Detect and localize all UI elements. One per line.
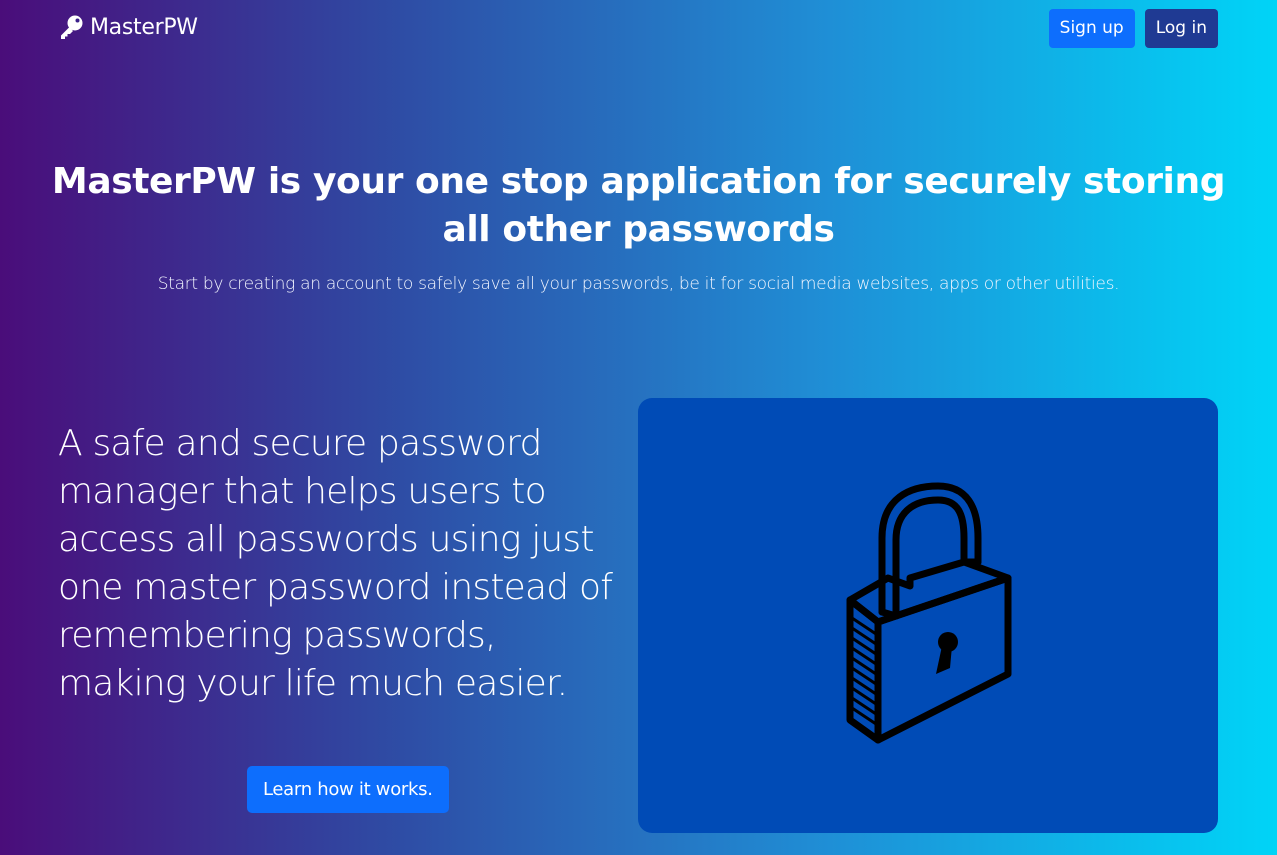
- feature-description: A safe and secure password manager that …: [58, 423, 613, 704]
- auth-buttons: Sign up Log in: [1048, 9, 1218, 48]
- padlock-icon: [846, 482, 1012, 744]
- hero-title: MasterPW is your one stop application fo…: [51, 161, 1226, 250]
- navbar: MasterPW Sign up Log in: [0, 0, 1277, 58]
- key-icon: [61, 15, 83, 39]
- lock-image-panel: [638, 398, 1218, 833]
- learn-how-button[interactable]: Learn how it works.: [247, 766, 449, 813]
- brand-link[interactable]: MasterPW: [58, 14, 198, 40]
- hero-subtitle: Start by creating an account to safely s…: [157, 274, 1120, 294]
- login-button[interactable]: Log in: [1144, 9, 1218, 48]
- signup-button[interactable]: Sign up: [1048, 9, 1135, 48]
- brand-name: MasterPW: [90, 14, 198, 40]
- hero-section: MasterPW is your one stop application fo…: [40, 158, 1237, 294]
